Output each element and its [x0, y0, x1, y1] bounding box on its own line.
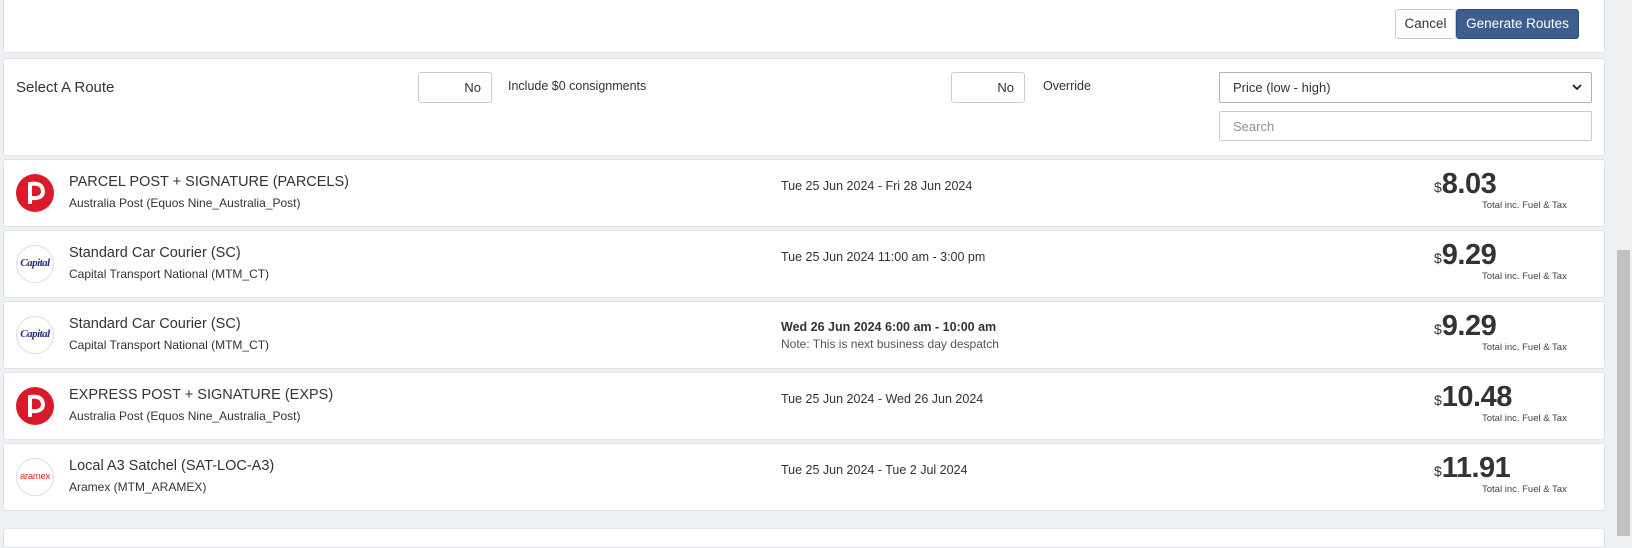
service-name: PARCEL POST + SIGNATURE (PARCELS) [69, 174, 349, 190]
carrier-name: Australia Post (Equos Nine_Australia_Pos… [69, 196, 301, 210]
price: $9.29 [1434, 310, 1534, 343]
delivery-window: Tue 25 Jun 2024 - Wed 26 Jun 2024 [781, 392, 984, 406]
route-search-input[interactable] [1219, 111, 1592, 141]
price: $9.29 [1434, 239, 1534, 272]
capital-transport-logo-icon: Capital [16, 245, 54, 283]
delivery-window: Tue 25 Jun 2024 - Tue 2 Jul 2024 [781, 463, 968, 477]
scrollbar-thumb[interactable] [1617, 250, 1630, 536]
price-note: Total inc. Fuel & Tax [1482, 200, 1567, 211]
service-name: EXPRESS POST + SIGNATURE (EXPS) [69, 387, 334, 403]
delivery-window: Tue 25 Jun 2024 11:00 am - 3:00 pm [781, 250, 986, 264]
cancel-button[interactable]: Cancel [1395, 9, 1456, 39]
price-amount: 8.03 [1441, 168, 1497, 200]
service-name: Standard Car Courier (SC) [69, 316, 241, 332]
override-label: Override [1043, 79, 1091, 93]
price: $8.03 [1434, 168, 1534, 201]
price: $11.91 [1434, 452, 1534, 485]
route-card[interactable]: EXPRESS POST + SIGNATURE (EXPS) Australi… [3, 372, 1605, 440]
australia-post-logo-icon [16, 387, 54, 425]
include-zero-consignments-toggle[interactable]: No [418, 72, 492, 103]
capital-transport-logo-icon: Capital [16, 316, 54, 354]
australia-post-logo-icon [16, 174, 54, 212]
route-card[interactable]: Capital Standard Car Courier (SC) Capita… [3, 301, 1605, 369]
price-note: Total inc. Fuel & Tax [1482, 342, 1567, 353]
price-amount: 9.29 [1441, 310, 1497, 342]
generate-routes-button[interactable]: Generate Routes [1456, 9, 1579, 39]
route-filter-panel: Select A Route No Include $0 consignment… [3, 58, 1605, 156]
delivery-window: Tue 25 Jun 2024 - Fri 28 Jun 2024 [781, 179, 973, 193]
despatch-note: Note: This is next business day despatch [781, 337, 999, 351]
service-name: Standard Car Courier (SC) [69, 245, 241, 261]
service-name: Local A3 Satchel (SAT-LOC-A3) [69, 458, 275, 474]
price-note: Total inc. Fuel & Tax [1482, 484, 1567, 495]
chevron-down-icon [1571, 73, 1583, 112]
carrier-name: Aramex (MTM_ARAMEX) [69, 480, 207, 494]
delivery-window: Wed 26 Jun 2024 6:00 am - 10:00 am [781, 320, 997, 334]
currency-symbol: $ [1434, 179, 1442, 195]
price-amount: 10.48 [1441, 381, 1513, 413]
route-card-partial[interactable] [3, 528, 1605, 548]
sort-select[interactable]: Price (low - high) [1219, 72, 1592, 103]
carrier-name: Capital Transport National (MTM_CT) [69, 338, 270, 352]
select-route-heading: Select A Route [16, 79, 115, 96]
route-card[interactable]: PARCEL POST + SIGNATURE (PARCELS) Austra… [3, 159, 1605, 227]
carrier-name: Capital Transport National (MTM_CT) [69, 267, 270, 281]
price-note: Total inc. Fuel & Tax [1482, 413, 1567, 424]
currency-symbol: $ [1434, 250, 1442, 266]
price-note: Total inc. Fuel & Tax [1482, 271, 1567, 282]
price-amount: 9.29 [1441, 239, 1497, 271]
currency-symbol: $ [1434, 392, 1442, 408]
override-toggle[interactable]: No [951, 72, 1025, 103]
price: $10.48 [1434, 381, 1534, 414]
sort-select-value: Price (low - high) [1233, 80, 1331, 95]
aramex-logo-icon: aramex [16, 458, 54, 496]
route-card[interactable]: Capital Standard Car Courier (SC) Capita… [3, 230, 1605, 298]
carrier-name: Australia Post (Equos Nine_Australia_Pos… [69, 409, 301, 423]
price-amount: 11.91 [1441, 452, 1511, 484]
currency-symbol: $ [1434, 463, 1442, 479]
currency-symbol: $ [1434, 321, 1442, 337]
include-zero-consignments-label: Include $0 consignments [508, 79, 647, 93]
route-card[interactable]: aramex Local A3 Satchel (SAT-LOC-A3) Ara… [3, 443, 1605, 511]
route-actions-panel: Cancel Generate Routes [3, 0, 1605, 53]
